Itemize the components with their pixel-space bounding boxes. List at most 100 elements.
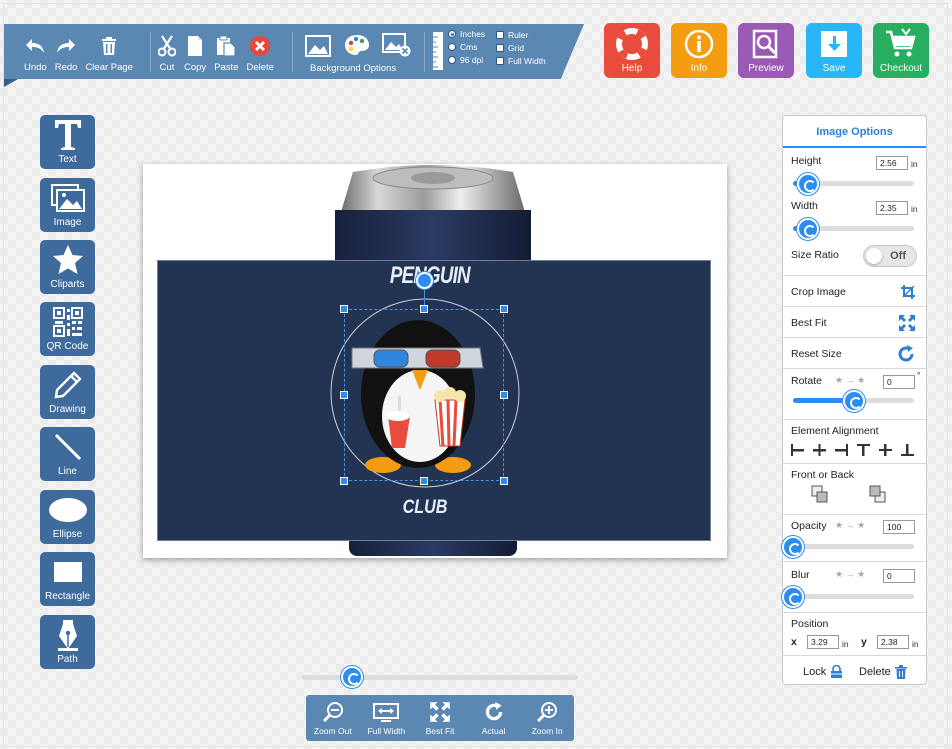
full-width-checkbox[interactable] <box>496 57 504 65</box>
unit-dpi-option[interactable]: 96 dpi <box>448 55 483 65</box>
unit-cms-option[interactable]: Cms <box>448 42 477 52</box>
resize-handle-ne[interactable] <box>500 305 508 313</box>
zoom-slider-knob[interactable] <box>340 666 363 688</box>
save-button[interactable]: Save <box>806 23 862 78</box>
size-ratio-toggle[interactable]: Off <box>863 245 917 267</box>
toolbar-divider <box>150 32 151 72</box>
zoom-toolbar: Zoom Out Full Width Best Fit Actual Zoom… <box>306 695 574 741</box>
y-input[interactable]: 2.38 <box>877 635 909 649</box>
cut-button[interactable]: Cut <box>154 24 180 79</box>
size-ratio-section: Size Ratio Off <box>783 240 926 276</box>
undo-button[interactable]: Undo <box>20 24 51 79</box>
align-right-icon[interactable] <box>835 444 848 456</box>
checkout-button[interactable]: Checkout <box>873 23 929 78</box>
height-input[interactable]: 2.56 <box>876 156 908 170</box>
full-width-toggle[interactable]: Full Width <box>496 56 546 66</box>
blur-label: Blur <box>791 569 810 581</box>
help-button[interactable]: Help <box>604 23 660 78</box>
resize-handle-e[interactable] <box>500 391 508 399</box>
delete-label: Delete <box>246 62 274 73</box>
lock-button[interactable]: Lock <box>803 665 843 679</box>
front-back-label: Front or Back <box>791 469 855 481</box>
delete-button[interactable]: Delete <box>242 24 277 79</box>
rectangle-tool-button[interactable]: Rectangle <box>40 552 95 606</box>
path-tool-button[interactable]: Path <box>40 615 95 669</box>
delete-element-button[interactable]: Delete <box>859 665 907 679</box>
best-fit-row[interactable]: Best Fit <box>783 308 926 338</box>
grid-label: Grid <box>508 43 525 53</box>
opacity-slider-track[interactable] <box>793 544 914 549</box>
refresh-icon[interactable] <box>896 344 916 364</box>
align-bottom-icon[interactable] <box>901 444 914 456</box>
unit-inches-option[interactable]: Inches <box>448 29 485 39</box>
crop-image-row[interactable]: Crop Image <box>783 277 926 307</box>
drawing-tool-button[interactable]: Drawing <box>40 365 95 419</box>
resize-handle-n[interactable] <box>420 305 428 313</box>
text-icon <box>54 119 81 150</box>
width-input[interactable]: 2.35 <box>876 201 908 215</box>
clear-page-button[interactable]: Clear Page <box>81 24 137 79</box>
grid-toggle[interactable]: Grid <box>496 43 524 53</box>
resize-handle-sw[interactable] <box>340 477 348 485</box>
preview-button[interactable]: Preview <box>738 23 794 78</box>
zoom-out-button[interactable]: Zoom Out <box>306 695 360 741</box>
unit-inches-radio[interactable] <box>448 30 456 38</box>
grid-checkbox[interactable] <box>496 44 504 52</box>
units-panel: Inches Cms 96 dpi Ruler Grid Full Width <box>432 29 582 75</box>
image-tool-label: Image <box>53 217 82 228</box>
rotate-slider-knob[interactable] <box>842 390 865 412</box>
opacity-slider-knob[interactable] <box>782 536 804 558</box>
bring-front-icon[interactable] <box>811 485 829 505</box>
ellipse-tool-button[interactable]: Ellipse <box>40 490 95 544</box>
blur-slider-track[interactable] <box>793 594 914 599</box>
design-bottom-text[interactable]: CLUB <box>400 497 451 519</box>
redo-label: Redo <box>54 62 78 73</box>
resize-handle-nw[interactable] <box>340 305 348 313</box>
width-slider-knob[interactable] <box>796 218 819 240</box>
line-icon <box>54 433 81 460</box>
drawing-tool-label: Drawing <box>49 404 86 415</box>
path-tool-label: Path <box>57 654 78 665</box>
send-back-icon[interactable] <box>869 485 887 505</box>
blur-arrow-icon: ★ → ★ <box>835 569 866 579</box>
info-button[interactable]: Info <box>671 23 727 78</box>
actual-size-button[interactable]: Actual <box>467 695 521 741</box>
width-unit: in <box>911 204 918 214</box>
align-center-horizontal-icon[interactable] <box>813 444 826 456</box>
width-label: Width <box>791 200 818 212</box>
image-tool-button[interactable]: Image <box>40 178 95 232</box>
rotate-handle[interactable] <box>416 272 433 289</box>
zoom-in-button[interactable]: Zoom In <box>520 695 574 741</box>
rotate-input[interactable]: 0 <box>883 375 915 389</box>
x-input[interactable]: 3.29 <box>807 635 839 649</box>
ruler-checkbox[interactable] <box>496 31 504 39</box>
align-center-vertical-icon[interactable] <box>879 444 892 456</box>
blur-slider-knob[interactable] <box>782 586 804 608</box>
line-tool-button[interactable]: Line <box>40 427 95 481</box>
unit-dpi-radio[interactable] <box>448 56 456 64</box>
height-slider-knob[interactable] <box>796 173 819 195</box>
crop-icon[interactable] <box>900 284 916 300</box>
qr-code-tool-button[interactable]: QR Code <box>40 302 95 356</box>
redo-button[interactable]: Redo <box>51 24 82 79</box>
background-options-button[interactable]: Background Options <box>304 24 414 79</box>
cliparts-tool-button[interactable]: Cliparts <box>40 240 95 294</box>
best-fit-button[interactable]: Best Fit <box>413 695 467 741</box>
resize-handle-se[interactable] <box>500 477 508 485</box>
ruler-toggle[interactable]: Ruler <box>496 30 528 40</box>
unit-dpi-label: 96 dpi <box>460 55 484 65</box>
full-width-button[interactable]: Full Width <box>360 695 414 741</box>
reset-size-row[interactable]: Reset Size <box>783 339 926 369</box>
blur-input[interactable]: 0 <box>883 569 915 583</box>
opacity-input[interactable]: 100 <box>883 520 915 534</box>
align-top-icon[interactable] <box>857 444 870 456</box>
position-label: Position <box>791 618 829 630</box>
text-tool-button[interactable]: Text <box>40 115 95 169</box>
align-left-icon[interactable] <box>791 444 804 456</box>
resize-handle-s[interactable] <box>420 477 428 485</box>
expand-icon[interactable] <box>898 314 916 332</box>
copy-button[interactable]: Copy <box>180 24 210 79</box>
paste-button[interactable]: Paste <box>210 24 242 79</box>
unit-cms-radio[interactable] <box>448 43 456 51</box>
resize-handle-w[interactable] <box>340 391 348 399</box>
